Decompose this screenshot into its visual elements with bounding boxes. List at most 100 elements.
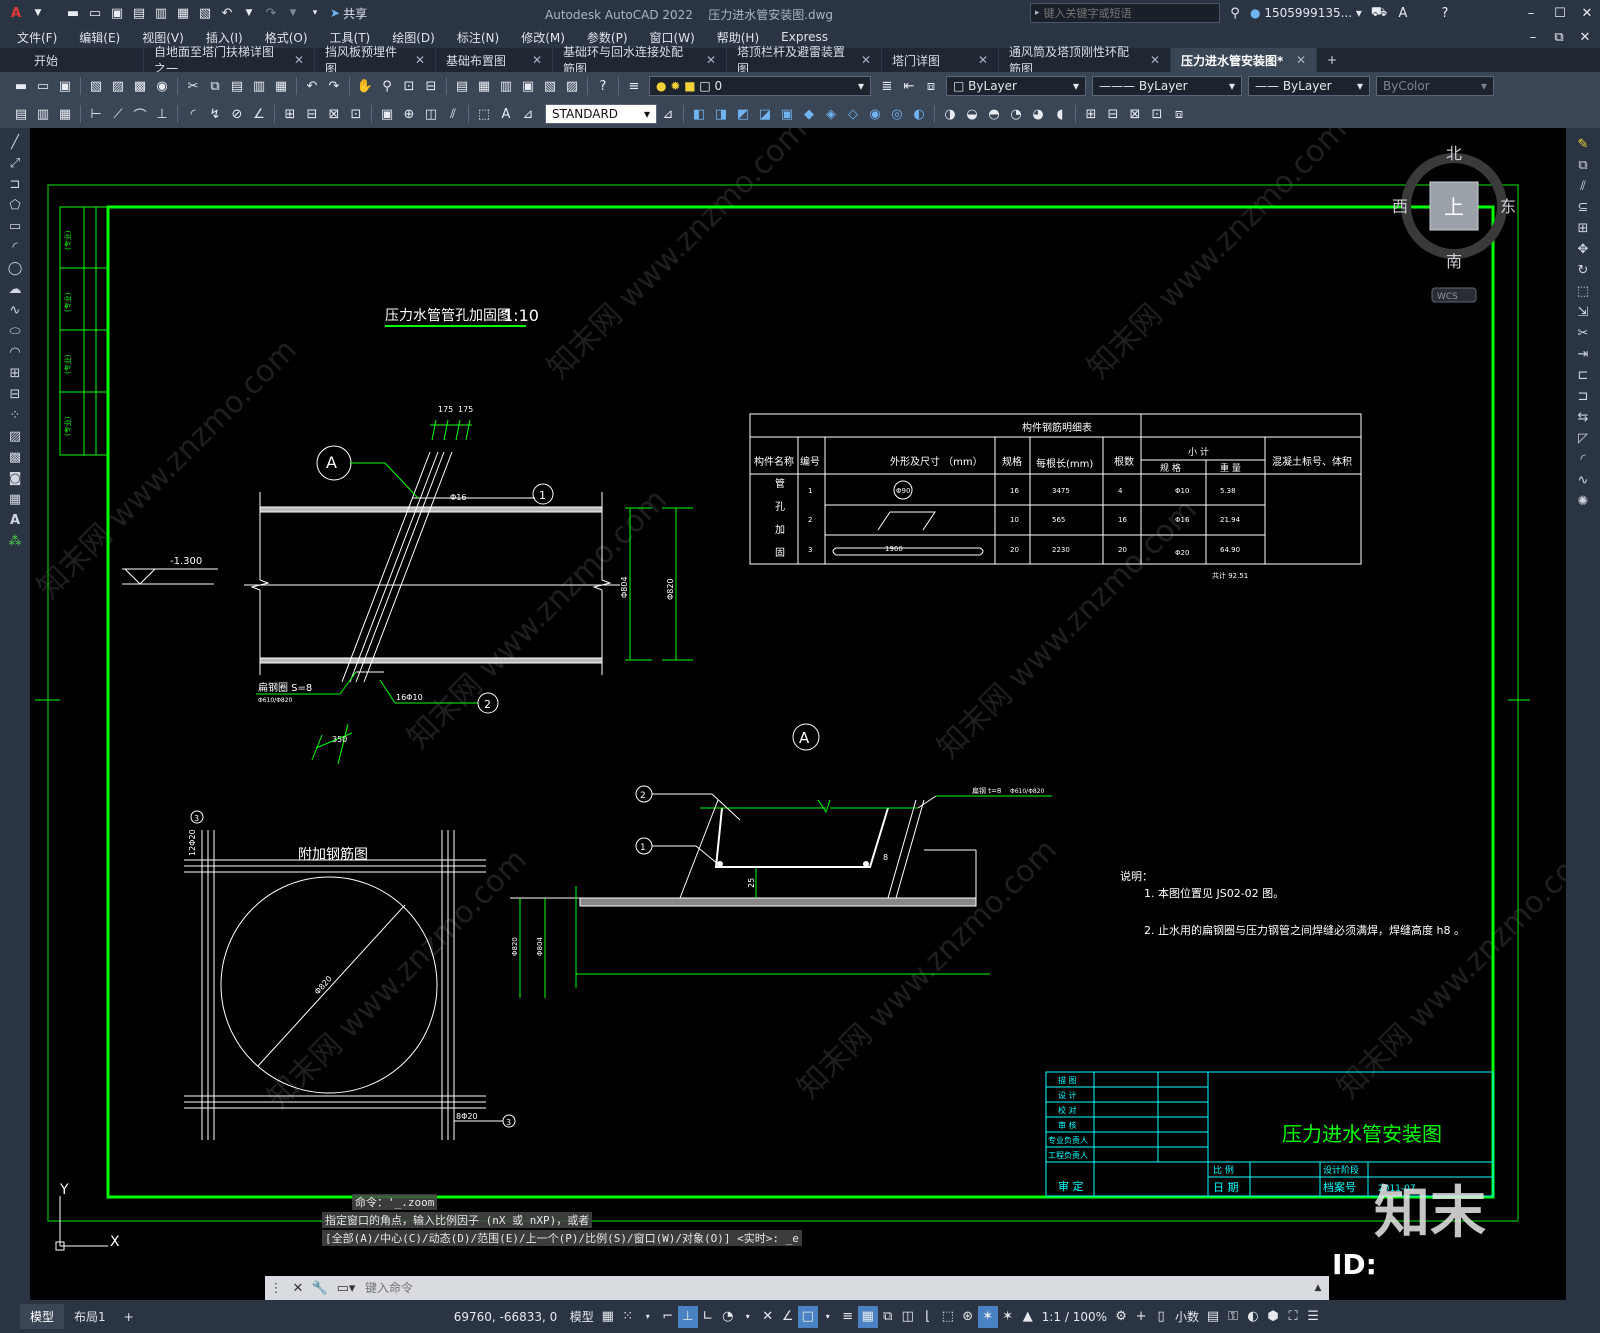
scale-icon[interactable]: ⬚ [1566, 281, 1600, 302]
clean-screen-icon[interactable]: ⛶ [1283, 1306, 1303, 1328]
cube-icon-9[interactable]: ◉ [865, 104, 885, 124]
continue-dim-icon[interactable]: ⊠ [324, 104, 344, 124]
otrack-icon[interactable]: ∠ [778, 1306, 798, 1328]
dim-space-icon[interactable]: ⊡ [346, 104, 366, 124]
dim-style-dropdown[interactable]: STANDARD ▾ [545, 104, 657, 124]
annotation-scale-icon[interactable]: ▲ [1018, 1306, 1038, 1328]
close-tab-icon[interactable]: ✕ [978, 53, 988, 67]
layer-states-icon[interactable]: ⧈ [921, 76, 941, 96]
scroll-up-icon[interactable]: ▲ [1308, 1278, 1328, 1298]
undo-icon[interactable]: ↶ [302, 76, 322, 96]
ucs-icon-5[interactable]: ⧈ [1169, 104, 1189, 124]
zoom-realtime-icon[interactable]: ⚲ [377, 76, 397, 96]
units-value[interactable]: 小数 [1175, 1308, 1199, 1325]
new-icon[interactable]: ▬ [63, 3, 83, 23]
blend-icon[interactable]: ∿ [1566, 470, 1600, 491]
mirror-icon[interactable]: ⫽ [1566, 176, 1600, 197]
visual-style-icon-3[interactable]: ◓ [984, 104, 1004, 124]
visual-style-icon-2[interactable]: ◒ [962, 104, 982, 124]
autodesk-app-icon[interactable]: A [1393, 3, 1413, 23]
cmd-prompt-icon[interactable]: ▭▾ [332, 1278, 360, 1298]
preview-icon[interactable]: ▨ [108, 76, 128, 96]
construction-line-icon[interactable]: ⤢ [0, 153, 30, 174]
app-menu-chevron-icon[interactable]: ▼ [28, 3, 48, 23]
3dosnap-icon[interactable]: ◫ [898, 1306, 918, 1328]
jog-linear-icon[interactable]: ⫽ [443, 104, 463, 124]
autocad-logo-icon[interactable]: A [6, 3, 26, 23]
open-icon[interactable]: ▭ [33, 76, 53, 96]
redo-icon[interactable]: ↷ [261, 3, 281, 23]
jogged-icon[interactable]: ↯ [205, 104, 225, 124]
dynamic-input-icon[interactable]: ⊥ [677, 1305, 698, 1328]
transparency-icon[interactable]: ▦ [857, 1305, 878, 1328]
table-icon[interactable]: ▦ [0, 489, 30, 510]
dyn-ucs-icon[interactable]: ⌊ [918, 1306, 938, 1328]
model-space-toggle[interactable]: 模型 [570, 1308, 594, 1325]
add-selected-icon[interactable]: ⁂ [0, 531, 30, 552]
rectangle-icon[interactable]: ▭ [0, 216, 30, 237]
visual-style-icon-5[interactable]: ◕ [1028, 104, 1048, 124]
gradient-icon[interactable]: ▩ [0, 447, 30, 468]
gizmo-icon[interactable]: ⊛ [958, 1306, 978, 1328]
close-tab-icon[interactable]: ✕ [532, 53, 542, 67]
spline-icon[interactable]: ∿ [0, 300, 30, 321]
tab-file-6[interactable]: 塔门详图 ✕ [882, 48, 999, 72]
close-icon[interactable]: ✕ [1577, 3, 1597, 23]
move-icon[interactable]: ✥ [1566, 239, 1600, 260]
design-center-icon[interactable]: ▦ [474, 76, 494, 96]
cube-icon-5[interactable]: ▣ [777, 104, 797, 124]
copy-object-icon[interactable]: ⧉ [1566, 155, 1600, 176]
redo-icon[interactable]: ↷ [324, 76, 344, 96]
dim-text-edit-icon[interactable]: A [496, 104, 516, 124]
cube-icon-11[interactable]: ◐ [909, 104, 929, 124]
auto-scale-icon[interactable]: ✶ [998, 1306, 1018, 1328]
close-tab-icon[interactable]: ✕ [861, 53, 871, 67]
pan-icon[interactable]: ✋ [355, 76, 375, 96]
break-icon[interactable]: ⊐ [1566, 386, 1600, 407]
region-icon[interactable]: ◙ [0, 468, 30, 489]
qnew-icon[interactable]: ▬ [11, 76, 31, 96]
customize-cmd-icon[interactable]: 🔧 [310, 1278, 330, 1298]
rotate-icon[interactable]: ↻ [1566, 260, 1600, 281]
grid-icon[interactable]: ▦ [598, 1306, 618, 1328]
layout-tab-model[interactable]: 模型 [20, 1304, 65, 1329]
command-input[interactable] [361, 1278, 1307, 1298]
customize-status-icon[interactable]: ☰ [1303, 1306, 1323, 1328]
dim-style-manager-icon[interactable]: ⊿ [658, 104, 678, 124]
menu-file[interactable]: 文件(F) [6, 29, 68, 46]
customize-qat-icon[interactable]: ▾ [305, 3, 325, 23]
viewcube-west[interactable]: 西 [1392, 197, 1408, 216]
tolerance-icon[interactable]: ▣ [377, 104, 397, 124]
tab-file-3[interactable]: 基础布置图 ✕ [436, 48, 553, 72]
lineweight-icon[interactable]: ≡ [838, 1306, 858, 1328]
ortho-icon[interactable]: ∟ [698, 1306, 718, 1328]
tab-file-2[interactable]: 挡风板预埋件图 ✕ [315, 45, 436, 76]
tool-palettes-icon[interactable]: ▥ [496, 76, 516, 96]
close-cmd-icon[interactable]: ✕ [288, 1278, 308, 1298]
plot-icon[interactable]: ▧ [86, 76, 106, 96]
ucs-icon-2[interactable]: ⊟ [1103, 104, 1123, 124]
join-icon[interactable]: ⇆ [1566, 407, 1600, 428]
ucs-icon-3[interactable]: ⊠ [1125, 104, 1145, 124]
close-tab-icon[interactable]: ✕ [1150, 53, 1160, 67]
linetype-dropdown[interactable]: ——— ByLayer ▾ [1092, 76, 1242, 96]
dim-update2-icon[interactable]: ⊿ [518, 104, 538, 124]
cut-icon[interactable]: ✂ [183, 76, 203, 96]
undo-icon[interactable]: ↶ [217, 3, 237, 23]
menu-express[interactable]: Express [770, 30, 839, 44]
menu-dimension[interactable]: 标注(N) [446, 29, 510, 46]
coordinates-readout[interactable]: 69760, -66833, 0 [454, 1310, 562, 1324]
doc-restore-icon[interactable]: ⧉ [1549, 27, 1569, 47]
fillet-icon[interactable]: ◜ [1566, 449, 1600, 470]
quickcalc-icon[interactable]: ▨ [562, 76, 582, 96]
ellipse-icon[interactable]: ⬭ [0, 321, 30, 342]
make-current-icon[interactable]: ≣ [877, 76, 897, 96]
close-tab-icon[interactable]: ✕ [1296, 53, 1306, 67]
ucs-icon-4[interactable]: ⊡ [1147, 104, 1167, 124]
infer-icon[interactable]: ⌐ [658, 1306, 678, 1328]
dim-style-icon[interactable]: ▤ [11, 104, 31, 124]
insert-block-icon[interactable]: ⊞ [0, 363, 30, 384]
visual-style-icon-6[interactable]: ◖ [1050, 104, 1070, 124]
user-account[interactable]: ● 1505999135... ▾ [1250, 6, 1362, 20]
help-icon[interactable]: ? [1435, 3, 1455, 23]
